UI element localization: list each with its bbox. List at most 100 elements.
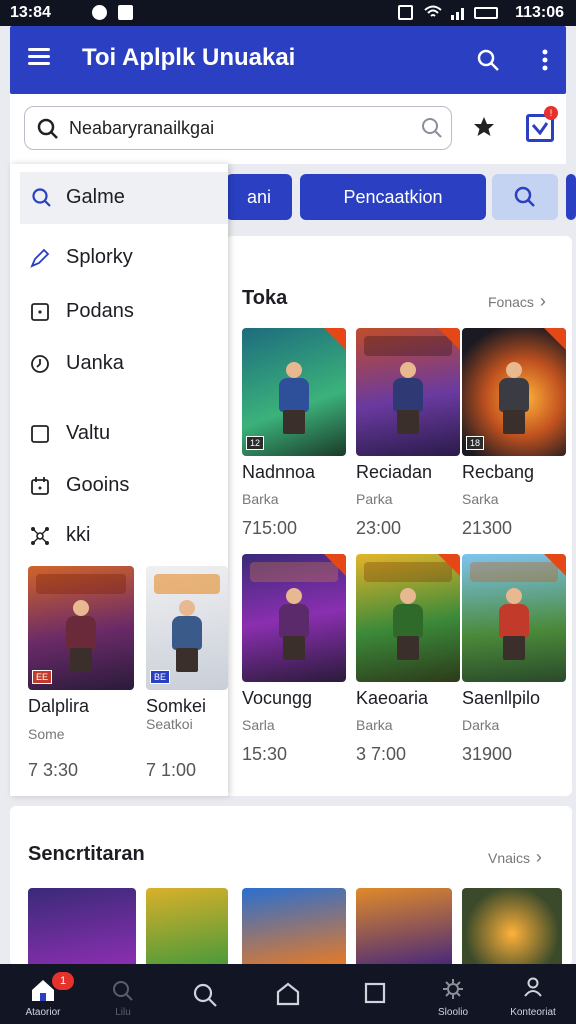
game-art <box>356 554 460 682</box>
signal-icon <box>451 8 464 20</box>
drawer-item-valtu[interactable]: Valtu <box>10 408 228 460</box>
drawer-item-label: Valtu <box>66 422 111 444</box>
menu-icon[interactable] <box>28 48 50 66</box>
app-notification-icon <box>118 5 133 20</box>
home-outline-icon <box>276 982 300 1006</box>
notification-icon <box>92 5 107 20</box>
chevron-right-icon: › <box>535 847 542 867</box>
status-right-text: 113:06 <box>515 4 564 21</box>
search-icon[interactable] <box>476 48 500 72</box>
game-name: Vocungg <box>242 688 313 708</box>
nav-label: Konteoriat <box>510 1007 556 1018</box>
game-card[interactable]: Kaeoaria Barka 3 7:00 <box>356 554 460 764</box>
game-logo <box>250 562 338 582</box>
age-tag: 12 <box>246 436 265 450</box>
box-icon <box>31 425 49 443</box>
see-more-link[interactable]: Vnaics › <box>488 847 542 868</box>
nav-label: Lilu <box>115 1007 131 1018</box>
character-image <box>274 362 314 434</box>
game-name: Recbang <box>462 462 535 482</box>
search-icon <box>113 981 133 1001</box>
character-image <box>388 588 428 660</box>
nav-lilu[interactable]: Lilu <box>88 964 158 1024</box>
app-bar: Toi Aplplk Unuakai <box>10 26 566 94</box>
game-art: 12 <box>242 328 346 456</box>
nav-sloolio[interactable]: Sloolio <box>418 964 488 1024</box>
game-publisher: Sarla <box>242 717 275 733</box>
status-bar: 13:84 113:06 <box>0 0 576 26</box>
drawer-item-kki[interactable]: kki <box>10 510 228 562</box>
drawer-item-podans[interactable]: Podans <box>10 286 228 338</box>
drawer-item-label: Podans <box>66 300 134 322</box>
game-thumbnail[interactable] <box>242 888 346 964</box>
drawer-item-label: kki <box>66 524 91 546</box>
search-submit-icon[interactable] <box>421 117 443 139</box>
game-art <box>242 554 346 682</box>
nav-home[interactable]: 1 Ataorior <box>8 964 78 1024</box>
more-vert-icon[interactable] <box>540 48 550 72</box>
clock-icon <box>31 355 49 373</box>
search-icon <box>37 118 58 139</box>
person-icon <box>524 977 542 997</box>
game-art <box>462 554 566 682</box>
nav-search[interactable] <box>170 964 240 1024</box>
drawer-item-gooins[interactable]: Gooins <box>10 460 228 512</box>
game-card[interactable]: Reciadan Parka 23:00 <box>356 328 460 538</box>
game-art: BE <box>146 566 228 690</box>
game-name: Nadnnoa <box>242 462 316 482</box>
nav-konteoriat[interactable]: Konteoriat <box>498 964 568 1024</box>
star-icon[interactable] <box>472 115 496 139</box>
nav-home-outline[interactable] <box>253 964 323 1024</box>
tab-search[interactable] <box>492 174 558 220</box>
game-logo <box>470 562 558 582</box>
game-price: 715:00 <box>242 518 298 538</box>
tab-pencaatkion[interactable]: Pencaatkion <box>300 174 486 220</box>
game-price: 21300 <box>462 518 513 538</box>
game-card[interactable]: Saenllpilo Darka 31900 <box>462 554 566 764</box>
game-logo <box>470 336 558 356</box>
square-icon <box>31 303 49 321</box>
navigation-drawer: Galme Splorky Podans Uanka Valtu Gooins … <box>10 164 228 796</box>
drawer-item-label: Uanka <box>66 352 124 374</box>
see-more-link[interactable]: Fonacs › <box>488 291 546 312</box>
game-publisher: Parka <box>356 491 393 507</box>
see-more-label: Vnaics <box>488 850 531 866</box>
game-card[interactable]: 12 Nadnnoa Barka 715:00 <box>242 328 346 538</box>
drawer-item-galme[interactable]: Galme <box>20 172 228 224</box>
tab-ani[interactable]: ani <box>226 174 292 220</box>
search-input[interactable]: Neabaryranailkgai <box>24 106 452 150</box>
character-image <box>494 588 534 660</box>
game-publisher: Barka <box>356 717 393 733</box>
age-tag: EE <box>32 670 53 684</box>
nav-label: Ataorior <box>25 1007 61 1018</box>
game-thumbnail[interactable] <box>462 888 562 964</box>
game-thumbnail[interactable] <box>28 888 136 964</box>
game-card[interactable]: 18 Recbang Sarka 21300 <box>462 328 566 538</box>
game-thumbnail[interactable] <box>146 888 228 964</box>
drawer-item-uanka[interactable]: Uanka <box>10 338 228 390</box>
nav-badge: 1 <box>52 972 74 990</box>
search-query: Neabaryranailkgai <box>69 118 215 138</box>
game-thumbnail[interactable] <box>356 888 452 964</box>
game-card[interactable]: BE Somkei Seatkoi 7 1:00 <box>146 566 228 780</box>
game-publisher: Barka <box>242 491 279 507</box>
network-icon <box>31 527 49 545</box>
game-name: Dalplira <box>28 696 90 716</box>
game-card[interactable]: EE Dalplira Some 7 3:30 <box>28 566 136 780</box>
game-name: Somkei <box>146 696 207 716</box>
drawer-item-label: Gooins <box>66 474 130 496</box>
nav-label: Sloolio <box>437 1007 469 1018</box>
game-art: EE <box>28 566 134 690</box>
drawer-item-splorky[interactable]: Splorky <box>10 232 228 284</box>
tab-overflow[interactable] <box>566 174 576 220</box>
status-time: 13:84 <box>10 4 51 21</box>
game-logo <box>364 562 452 582</box>
gear-icon <box>443 979 463 999</box>
bottom-nav: 1 Ataorior Lilu Sloolio Konteoriat <box>0 964 576 1024</box>
game-logo <box>154 574 220 594</box>
game-card[interactable]: Vocungg Sarla 15:30 <box>242 554 346 764</box>
nav-square[interactable] <box>340 964 410 1024</box>
square-icon <box>364 982 386 1004</box>
search-icon <box>514 186 535 207</box>
game-publisher: Sarka <box>462 491 499 507</box>
